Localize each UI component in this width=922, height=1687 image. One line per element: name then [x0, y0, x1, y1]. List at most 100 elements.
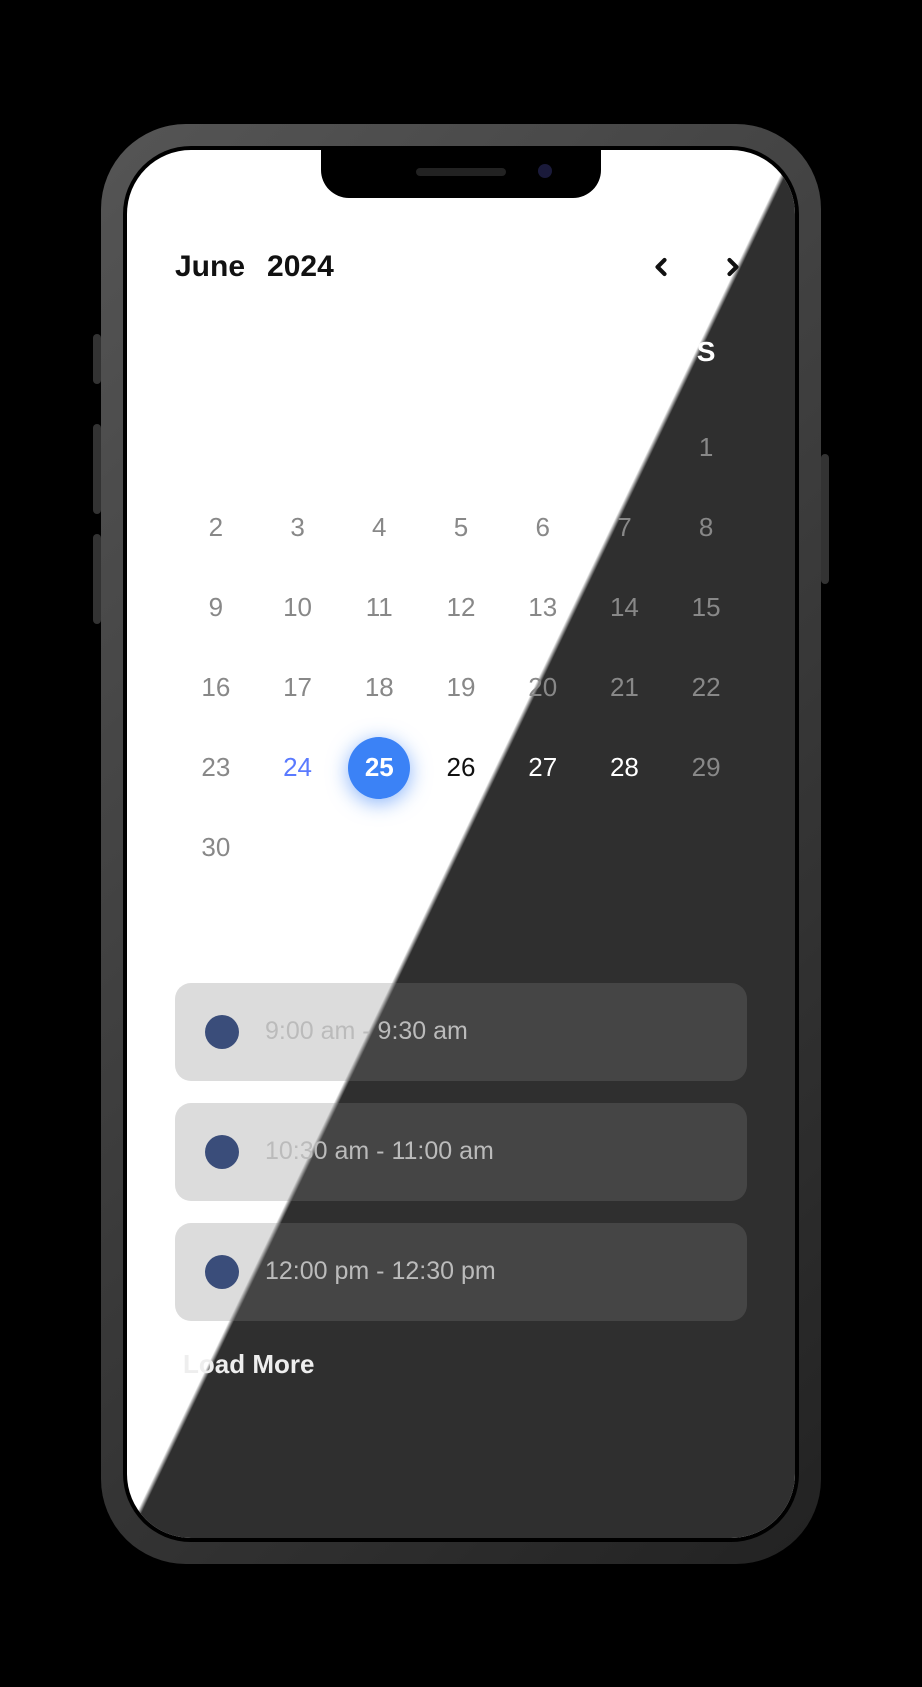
- day-number: 20: [528, 672, 557, 703]
- day-number: 4: [372, 512, 386, 543]
- day-number: 17: [283, 672, 312, 703]
- day-cell[interactable]: 24: [257, 728, 339, 808]
- day-cell[interactable]: 11: [338, 568, 420, 648]
- load-more-button[interactable]: Load More: [175, 1349, 747, 1380]
- day-cell[interactable]: 23: [175, 728, 257, 808]
- day-number: 27: [528, 752, 557, 783]
- speaker: [416, 168, 506, 176]
- day-cell: [502, 808, 584, 888]
- day-number: 5: [454, 512, 468, 543]
- day-cell[interactable]: 16: [175, 648, 257, 728]
- day-number: 7: [617, 512, 631, 543]
- day-cell[interactable]: 6: [502, 488, 584, 568]
- day-cell[interactable]: 1: [665, 408, 747, 488]
- day-cell[interactable]: 12: [420, 568, 502, 648]
- day-cell[interactable]: 3: [257, 488, 339, 568]
- day-cell: [584, 808, 666, 888]
- day-cell[interactable]: 22: [665, 648, 747, 728]
- slot-item[interactable]: 10:30 am - 11:00 am: [175, 1103, 747, 1201]
- screen: June 2024 S M T W T F S: [127, 150, 795, 1538]
- day-cell[interactable]: 7: [584, 488, 666, 568]
- slot-item[interactable]: 12:00 pm - 12:30 pm: [175, 1223, 747, 1321]
- day-cell: [665, 808, 747, 888]
- day-cell: [502, 408, 584, 488]
- notch: [321, 150, 601, 198]
- day-number: 16: [201, 672, 230, 703]
- weekday-label: M: [257, 336, 339, 368]
- day-number: 2: [209, 512, 223, 543]
- day-number: 13: [528, 592, 557, 623]
- volume-down: [93, 534, 101, 624]
- day-number: 18: [365, 672, 394, 703]
- camera: [538, 164, 552, 178]
- weekday-row: S M T W T F S: [175, 336, 747, 368]
- day-number: 29: [692, 752, 721, 783]
- slot-item[interactable]: 9:00 am - 9:30 am: [175, 983, 747, 1081]
- day-number: 12: [447, 592, 476, 623]
- weekday-label: S: [175, 336, 257, 368]
- day-cell[interactable]: 5: [420, 488, 502, 568]
- day-number: 8: [699, 512, 713, 543]
- day-cell[interactable]: 26: [420, 728, 502, 808]
- volume-up: [93, 424, 101, 514]
- day-number: 14: [610, 592, 639, 623]
- slot-dot-icon: [205, 1255, 239, 1289]
- day-cell[interactable]: 15: [665, 568, 747, 648]
- day-number: 26: [447, 752, 476, 783]
- day-cell[interactable]: 28: [584, 728, 666, 808]
- day-cell: [420, 808, 502, 888]
- day-cell[interactable]: 21: [584, 648, 666, 728]
- day-cell: [257, 808, 339, 888]
- month-nav: [647, 253, 747, 281]
- day-cell[interactable]: 25: [338, 728, 420, 808]
- year-label: 2024: [267, 250, 334, 284]
- calendar-grid: 1234567891011121314151617181920212223242…: [175, 408, 747, 888]
- day-number: 21: [610, 672, 639, 703]
- day-cell[interactable]: 19: [420, 648, 502, 728]
- weekday-label: T: [502, 336, 584, 368]
- day-cell[interactable]: 18: [338, 648, 420, 728]
- day-cell[interactable]: 13: [502, 568, 584, 648]
- day-cell[interactable]: 9: [175, 568, 257, 648]
- slot-time: 10:30 am - 11:00 am: [265, 1137, 494, 1166]
- weekday-label: S: [665, 336, 747, 368]
- day-cell[interactable]: 10: [257, 568, 339, 648]
- calendar-app: June 2024 S M T W T F S: [127, 150, 795, 1420]
- power-button: [821, 454, 829, 584]
- phone-frame: June 2024 S M T W T F S: [101, 124, 821, 1564]
- day-number: 24: [283, 752, 312, 783]
- slot-time: 9:00 am - 9:30 am: [265, 1017, 468, 1046]
- slot-dot-icon: [205, 1135, 239, 1169]
- chevron-right-icon[interactable]: [719, 253, 747, 281]
- day-cell: [338, 808, 420, 888]
- day-cell[interactable]: 20: [502, 648, 584, 728]
- day-number: 11: [366, 592, 393, 623]
- day-cell[interactable]: 4: [338, 488, 420, 568]
- phone-bezel: June 2024 S M T W T F S: [123, 146, 799, 1542]
- month-year: June 2024: [175, 250, 334, 284]
- day-number: 30: [201, 832, 230, 863]
- day-cell: [175, 408, 257, 488]
- day-number: 10: [283, 592, 312, 623]
- weekday-label: W: [420, 336, 502, 368]
- open-slots-heading: Open Slots: [175, 924, 747, 955]
- day-cell[interactable]: 14: [584, 568, 666, 648]
- day-cell[interactable]: 2: [175, 488, 257, 568]
- day-cell: [420, 408, 502, 488]
- day-cell: [257, 408, 339, 488]
- day-number: 6: [535, 512, 549, 543]
- day-cell[interactable]: 17: [257, 648, 339, 728]
- day-number: 28: [610, 752, 639, 783]
- day-cell[interactable]: 29: [665, 728, 747, 808]
- day-number: 1: [699, 432, 713, 463]
- slot-dot-icon: [205, 1015, 239, 1049]
- day-cell[interactable]: 8: [665, 488, 747, 568]
- day-number: 23: [201, 752, 230, 783]
- day-cell[interactable]: 27: [502, 728, 584, 808]
- chevron-left-icon[interactable]: [647, 253, 675, 281]
- day-number: 15: [692, 592, 721, 623]
- day-cell: [338, 408, 420, 488]
- day-cell[interactable]: 30: [175, 808, 257, 888]
- weekday-label: F: [584, 336, 666, 368]
- weekday-label: T: [338, 336, 420, 368]
